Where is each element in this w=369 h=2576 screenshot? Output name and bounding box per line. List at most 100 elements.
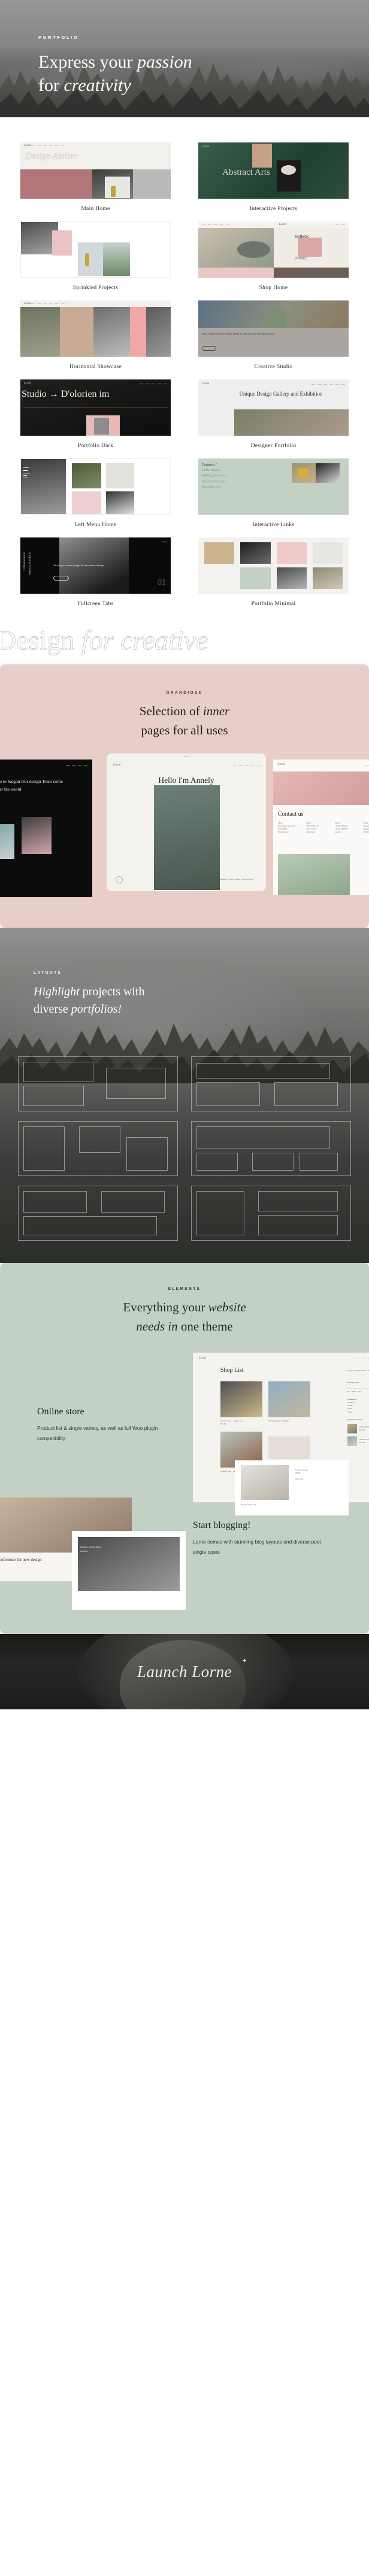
menu-item[interactable]: Little Magic / [202,468,228,472]
mini-nav [311,384,345,385]
menu-item[interactable]: Making Process / [202,473,228,478]
popular-product[interactable]: Classic B choice vanilla$20.00 [347,1423,369,1433]
laptop-notch [183,755,189,757]
portfolio-thumbnail[interactable] [198,537,349,594]
shot-caption: Designer / Interior Design / Fine Arts S… [220,877,253,880]
sparkle-icon: ✦ [242,1658,247,1664]
thumb-button [202,346,216,351]
layouts-title-plain-2: diverse [34,1003,71,1016]
thumb-button[interactable] [53,576,69,581]
portfolio-thumbnail[interactable] [20,458,171,515]
portfolio-card[interactable]: Left Menu Home [20,458,171,528]
portfolio-card[interactable]: Sprinkled Projects [20,221,171,291]
product-thumb[interactable] [268,1436,310,1459]
thumb-chair [297,468,308,478]
shot-copy: From Tokyo to Saigon Our design Team com… [0,778,63,792]
product-image [241,1465,289,1500]
blog-single-panel[interactable]: Design trends 2021 Interior [72,1531,186,1610]
product-title: Product single page [241,1503,257,1506]
portfolio-card[interactable]: Our creative team is always ready to tak… [198,300,349,370]
portfolio-thumbnail[interactable]: Our creative team is always ready to tak… [198,300,349,357]
portfolio-thumbnail[interactable]: Lorné Collaboration Agency Portfolio Str… [20,537,171,594]
thumb-tile [198,268,274,278]
interactive-links-menu[interactable]: Creative / Little Magic / Making Process… [202,463,228,489]
portfolio-thumbnail[interactable]: Lorné [20,300,171,357]
thumb-body: aesthetic pottery [198,228,349,278]
thumb-tile [102,242,130,276]
mini-logo: Lorné [24,144,31,147]
layouts-section: LAYOUTS Highlight projects with diverse … [0,928,369,1263]
portfolio-thumbnail[interactable]: Lorné Studio → D'olorien im [20,379,171,436]
category-list[interactable]: Ceramics Textile Decor Vases [347,1401,369,1413]
wireframe-card[interactable] [191,1121,351,1176]
portfolio-thumbnail[interactable]: Lorné Unique Design Gallery and Exhibiti… [198,379,349,436]
portfolio-card-label: Main Home [81,206,110,212]
portfolio-card-label: Sprinkled Projects [72,285,119,291]
wireframe-card[interactable] [18,1056,178,1111]
menu-item[interactable]: Interior Design / [202,479,228,484]
thumb-tile [146,307,171,357]
shot-dark-about[interactable]: Lorné From Tokyo to Saigon Our design Te… [0,759,92,897]
popular-product[interactable]: Classic B choice vanilla$22.00 [347,1436,369,1446]
shot-about-laptop[interactable]: Lorné Hello I'm Annely - Mac Chartney De… [107,753,266,891]
product-single-panel[interactable]: Ceramic sneaker $48.00 add to cart → Produ… [235,1460,349,1515]
scroll-down-icon[interactable] [116,876,123,883]
portfolio-thumbnail[interactable] [20,221,171,278]
portfolio-card[interactable]: Lorné Unique Design Gallery and Exhibiti… [198,379,349,449]
thumb-tile [71,491,102,514]
blog-overlay-caption: Design trends 2021 Interior [80,1545,101,1553]
outline-banner-text: Design for creative [0,626,208,654]
mini-logo: Lorné [202,382,209,385]
shot-tile [273,771,369,805]
thumb-tile [133,169,171,199]
product-thumb[interactable] [220,1381,262,1417]
thumb-tile [93,307,130,357]
menu-item[interactable]: Creative / [202,463,228,467]
inner-pages-title: Selection of inner pages for all uses [0,702,369,740]
portfolio-card[interactable]: Lorné Design Atelier Main Home [20,142,171,212]
portfolio-thumbnail[interactable]: Creative / Little Magic / Making Process… [198,458,349,515]
product-info: Ceramic sneaker $48.00 add to cart → [295,1469,308,1481]
portfolio-card[interactable]: Creative / Little Magic / Making Process… [198,458,349,528]
portfolio-card[interactable]: Lorné Studio → D'olorien im Portfolio Da… [20,379,171,449]
portfolio-card[interactable]: Abstract Arts Lorné Interactive Projects [198,142,349,212]
thumb-tile [240,542,271,564]
portfolio-card[interactable]: Portfolio Minimal [198,537,349,607]
thumb-headline-2: pottery [294,256,307,260]
thumb-tile [105,491,135,514]
portfolio-thumbnail[interactable]: Lorné Design Atelier [20,142,171,199]
inner-pages-eyebrow: GRANDIOSE [166,691,203,695]
outline-banner-section: Design for creative [0,616,369,664]
thumb-tile [204,567,235,589]
shot-tile [278,853,350,895]
thumb-tile [71,463,102,488]
shop-list-sort[interactable]: sorting: Popularity / Price / Newest [346,1369,369,1372]
thumb-tile [234,409,349,436]
tab-vertical-label[interactable]: Collaboration [23,552,26,570]
thumb-tile [312,542,343,564]
portfolio-thumbnail[interactable]: Lorné aesthetic pottery [198,221,349,278]
menu-item[interactable]: Realistic Art / [202,485,228,489]
shot-headline: Hello I'm Annely [158,775,214,785]
price-slider[interactable] [347,1388,369,1389]
mini-logo: Lorné [202,145,209,148]
tab-vertical-label[interactable]: Agency Portfolio [28,552,31,575]
thumb-tile [297,238,322,257]
blogging-body: Lorne comes with stunning blog layouts a… [193,1539,321,1556]
portfolio-grid-section: Lorné Design Atelier Main Home Abstract … [0,117,369,616]
portfolio-card[interactable]: Lorné aesthetic pottery Shop Home [198,221,349,291]
portfolio-thumbnail[interactable]: Abstract Arts Lorné [198,142,349,199]
wireframe-card[interactable] [18,1186,178,1241]
wireframe-card[interactable] [191,1186,351,1241]
portfolio-card[interactable]: Lorné Horizontal Showcase [20,300,171,370]
elements-title-em-2: needs in [136,1319,178,1333]
elements-title-em-1: website [208,1300,246,1314]
contact-col: Place Somewhere street 12 City, 10200 info@… [278,821,295,834]
product-thumb[interactable] [268,1381,310,1417]
portfolio-card[interactable]: Lorné Collaboration Agency Portfolio Str… [20,537,171,607]
shop-sidebar: Filter by price $0 — $100 filter Categor… [347,1381,369,1446]
wireframe-card[interactable] [191,1056,351,1111]
theme-showcase-page: PORTFOLIO Express your passion for creat… [0,0,369,1709]
shot-contact[interactable]: Lorné Contact us Place Somewhere street 1… [273,759,369,895]
wireframe-card[interactable] [18,1121,178,1176]
